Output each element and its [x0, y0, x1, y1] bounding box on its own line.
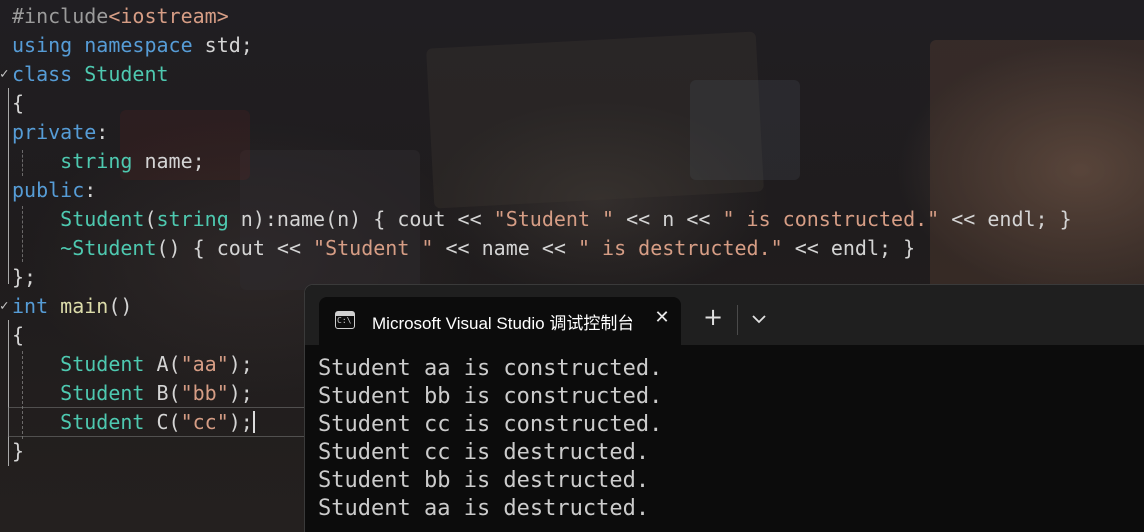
- code-line[interactable]: };: [12, 263, 36, 292]
- plus-icon[interactable]: +: [701, 305, 725, 329]
- code-token: };: [12, 265, 37, 289]
- code-token: string: [156, 207, 229, 231]
- code-token: "Student ": [313, 236, 434, 260]
- code-token: );: [228, 352, 253, 376]
- code-token: class: [12, 62, 73, 86]
- code-token: Student: [60, 410, 145, 434]
- code-token: {: [12, 323, 25, 347]
- code-token: n):name(n) { cout <<: [228, 207, 494, 231]
- code-token: "Student ": [493, 207, 615, 231]
- output-line: Student bb is destructed.: [318, 468, 650, 493]
- code-token: Student: [84, 62, 169, 86]
- code-token: "aa": [180, 352, 229, 376]
- code-line[interactable]: using namespace std;: [12, 31, 253, 60]
- code-line[interactable]: Student C("cc");: [12, 408, 255, 437]
- code-line[interactable]: public:: [12, 176, 96, 205]
- code-line[interactable]: string name;: [12, 147, 205, 176]
- console-output[interactable]: Student aa is constructed. Student bb is…: [318, 355, 662, 523]
- code-token: std;: [192, 33, 253, 57]
- tab-divider: [737, 305, 738, 335]
- code-token: " is constructed.": [722, 207, 940, 231]
- code-token: B(: [144, 381, 181, 405]
- code-token: }: [12, 439, 25, 463]
- fold-region-bar: [8, 320, 9, 466]
- code-token: << n <<: [614, 207, 723, 231]
- close-icon[interactable]: ✕: [651, 307, 673, 329]
- code-token: private: [12, 120, 97, 144]
- code-token: A(: [144, 352, 181, 376]
- code-token: <iostream>: [108, 4, 229, 28]
- output-line: Student aa is constructed.: [318, 356, 663, 381]
- fold-toggle-icon[interactable]: ✓: [0, 292, 10, 321]
- code-token: int: [12, 294, 49, 318]
- fold-region-bar: [8, 88, 9, 284]
- debug-console-window[interactable]: C:\ Microsoft Visual Studio 调试控制台 ✕ + St…: [305, 285, 1144, 532]
- code-token: ~Student: [60, 236, 157, 260]
- terminal-tab[interactable]: C:\ Microsoft Visual Studio 调试控制台 ✕: [319, 297, 681, 345]
- fold-toggle-icon[interactable]: ✓: [0, 60, 10, 89]
- code-line[interactable]: {: [12, 321, 24, 350]
- code-token: Student: [60, 352, 145, 376]
- code-line[interactable]: }: [12, 437, 24, 466]
- code-token: << endl; }: [782, 236, 916, 260]
- output-line: Student bb is constructed.: [318, 384, 663, 409]
- code-token: C(: [144, 410, 181, 434]
- tab-title: Microsoft Visual Studio 调试控制台: [372, 314, 632, 333]
- code-token: #include: [12, 4, 109, 28]
- code-token: " is destructed.": [577, 236, 783, 260]
- code-line[interactable]: Student B("bb");: [12, 379, 253, 408]
- code-token: (): [108, 294, 133, 318]
- console-icon: C:\: [335, 311, 355, 329]
- code-token: );: [228, 381, 253, 405]
- code-token: namespace: [84, 33, 193, 57]
- output-line: Student aa is destructed.: [318, 496, 650, 521]
- output-line: Student cc is constructed.: [318, 412, 663, 437]
- code-token: :: [84, 178, 97, 202]
- code-token: main: [60, 294, 109, 318]
- code-token: Student: [60, 381, 145, 405]
- code-token: :: [96, 120, 109, 144]
- code-token: string: [60, 149, 133, 173]
- code-token: name;: [132, 149, 205, 173]
- code-line[interactable]: {: [12, 89, 24, 118]
- text-cursor: [252, 411, 255, 433]
- code-token: public: [12, 178, 85, 202]
- code-token: () { cout <<: [156, 236, 314, 260]
- terminal-tab-bar: C:\ Microsoft Visual Studio 调试控制台 ✕ +: [305, 285, 1144, 345]
- code-token: (: [144, 207, 157, 231]
- code-token: using: [12, 33, 73, 57]
- code-line[interactable]: Student A("aa");: [12, 350, 253, 379]
- code-token: "cc": [180, 410, 229, 434]
- chevron-down-icon[interactable]: [747, 307, 771, 331]
- code-token: "bb": [180, 381, 229, 405]
- code-line[interactable]: class Student: [12, 60, 169, 89]
- code-token: << name <<: [433, 236, 578, 260]
- code-token: Student: [60, 207, 145, 231]
- code-token: << endl; }: [939, 207, 1072, 231]
- code-line[interactable]: private:: [12, 118, 108, 147]
- code-line[interactable]: int main(): [12, 292, 132, 321]
- code-token: {: [12, 91, 25, 115]
- code-line[interactable]: #include<iostream>: [12, 2, 229, 31]
- code-line[interactable]: ~Student() { cout << "Student " << name …: [12, 234, 915, 263]
- code-token: );: [228, 410, 253, 434]
- code-line[interactable]: Student(string n):name(n) { cout << "Stu…: [12, 205, 1072, 234]
- output-line: Student cc is destructed.: [318, 440, 650, 465]
